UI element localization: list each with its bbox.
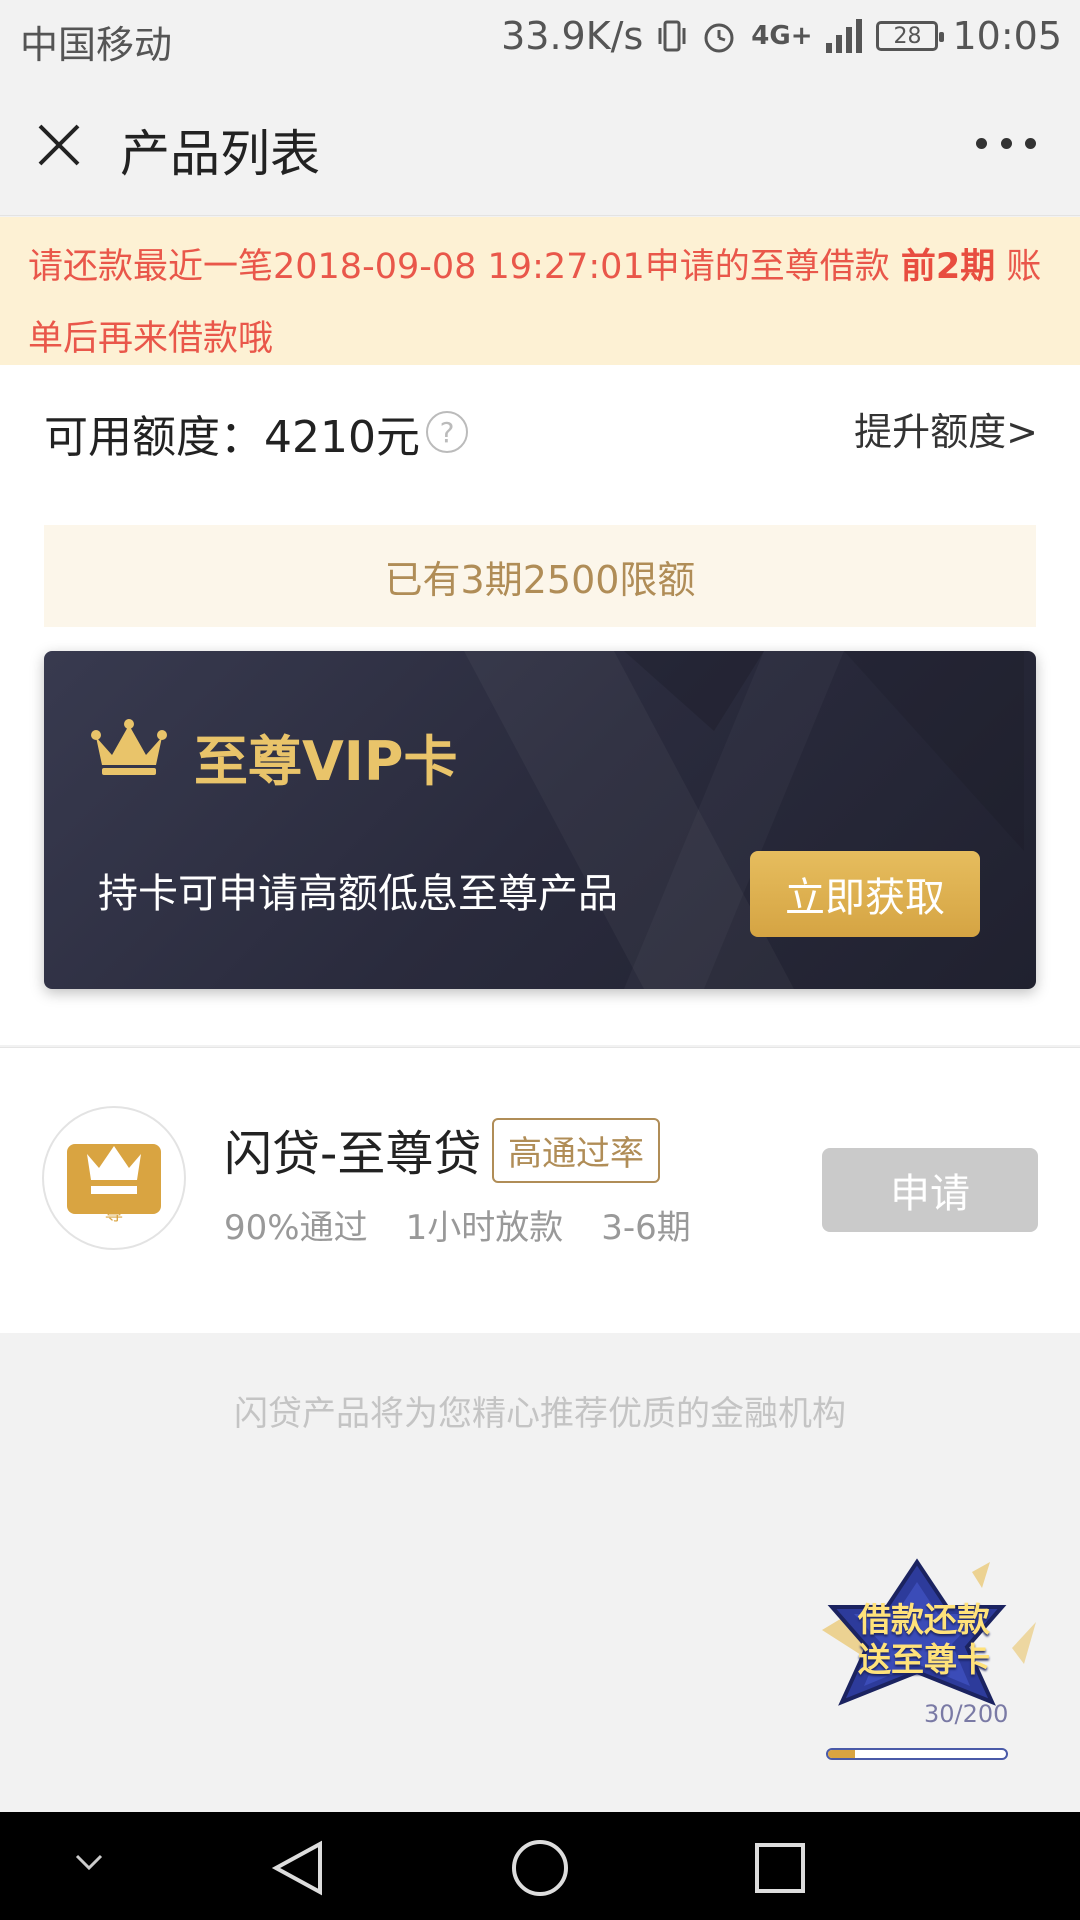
back-icon[interactable] [270,1840,326,1896]
page-title: 产品列表 [120,125,320,183]
chevron-down-icon[interactable] [74,1852,104,1872]
nav-bar: 产品列表 [0,74,1080,216]
more-icon[interactable] [976,138,1036,152]
product-meta: 90%通过 1小时放款 3-6期 [224,1200,691,1249]
get-vip-button[interactable]: 立即获取 [750,851,980,937]
status-indicators: 33.9K/s 4G+ 28 10:05 [501,14,1062,58]
help-icon[interactable]: ? [426,411,468,453]
notice-text-before: 请还款最近一笔2018-09-08 19:27:01申请的至尊借款 [28,247,901,287]
promo-line-1: 借款还款 [858,1600,990,1639]
product-logo: 尊 [42,1106,186,1250]
product-logo-text: 尊 [105,1204,123,1225]
home-icon[interactable] [510,1838,570,1898]
crown-icon [91,719,167,775]
network-type: 4G+ [751,21,813,51]
repayment-notice: 请还款最近一笔2018-09-08 19:27:01申请的至尊借款 前2期 账单… [0,217,1080,365]
footer-hint: 闪贷产品将为您精心推荐优质的金融机构 [234,1394,846,1434]
promo-progress-fill [828,1750,855,1758]
notice-text-bold: 前2期 [900,247,996,287]
promo-badge[interactable]: 借款还款 送至尊卡 30/200 [812,1552,1042,1762]
signal-icon [826,19,863,53]
limit-info-bar: 已有3期2500限额 [44,525,1036,627]
clock: 10:05 [952,14,1062,58]
apply-button[interactable]: 申请 [822,1148,1038,1232]
vip-card-title: 至尊VIP卡 [194,730,458,793]
available-quota: 可用额度：4210元 [44,412,420,463]
zunzun-logo-icon: 尊 [67,1144,161,1225]
product-tag: 高通过率 [492,1118,660,1183]
product-name: 闪贷-至尊贷 [224,1126,482,1182]
vip-card[interactable]: 至尊VIP卡 持卡可申请高额低息至尊产品 立即获取 [44,651,1036,989]
promo-count: 30/200 [924,1700,1009,1728]
promo-progress-bar [826,1748,1008,1760]
network-speed: 33.9K/s [501,14,644,58]
vibrate-icon [657,18,687,54]
product-item[interactable]: 尊 闪贷-至尊贷 高通过率 90%通过 1小时放款 3-6期 申请 [0,1047,1080,1333]
raise-quota-link[interactable]: 提升额度> [854,401,1038,456]
carrier-name: 中国移动 [20,23,173,67]
vip-card-description: 持卡可申请高额低息至尊产品 [98,871,618,917]
close-icon[interactable] [34,120,84,170]
system-nav-bar [0,1812,1080,1920]
promo-badge-text: 借款还款 送至尊卡 [844,1600,1004,1680]
loan-term: 3-6期 [601,1208,691,1248]
status-bar: 中国移动 33.9K/s 4G+ 28 10:05 [0,0,1080,74]
quota-section: 可用额度：4210元 ? 提升额度> 已有3期2500限额 至尊VIP卡 持卡可… [0,365,1080,1045]
battery-icon: 28 [876,21,945,51]
disbursement-time: 1小时放款 [405,1208,564,1248]
pass-rate: 90%通过 [224,1208,368,1248]
alarm-icon [701,18,737,54]
promo-line-2: 送至尊卡 [858,1640,990,1679]
vip-card-decoration [464,651,1024,989]
recents-icon[interactable] [754,1842,806,1894]
